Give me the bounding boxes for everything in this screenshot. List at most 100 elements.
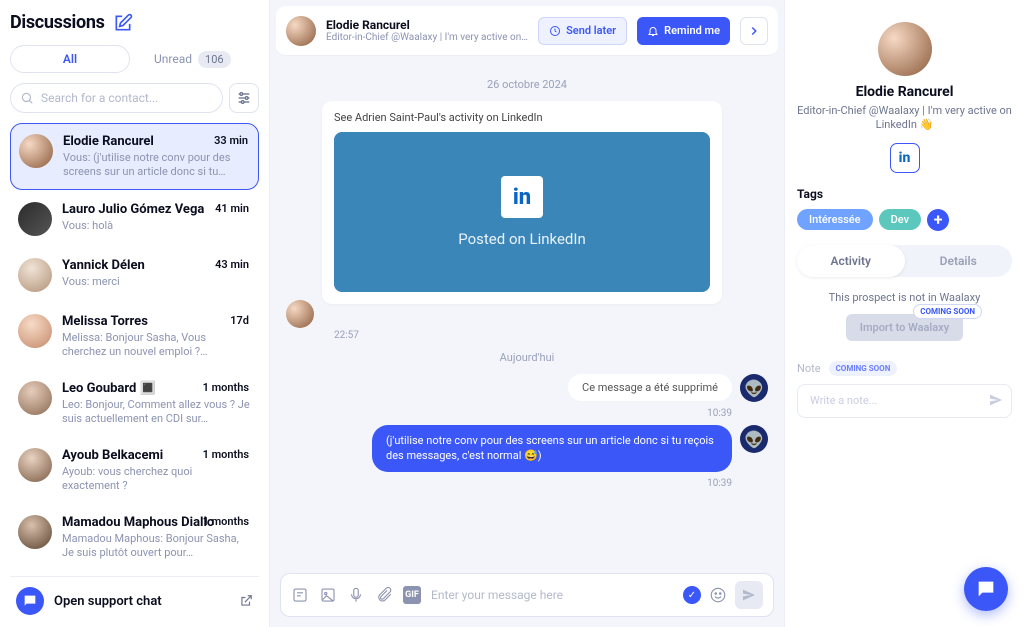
message-preview: Vous: (j'utilise notre conv pour des scr… [63, 151, 250, 179]
contact-name: Melissa Torres [62, 314, 251, 329]
linkedin-logo-icon: in [501, 176, 543, 218]
message-preview: Ayoub: vous cherchez quoi exactement ? [62, 465, 251, 493]
send-note-icon[interactable] [988, 392, 1004, 408]
tab-unread[interactable]: Unread 106 [154, 51, 231, 68]
gif-button[interactable]: GIF [403, 586, 421, 604]
coming-soon-badge: COMING SOON [913, 304, 982, 319]
message-timestamp: 22:57 [334, 330, 768, 341]
collapse-right-panel-button[interactable] [740, 17, 768, 45]
message-composer: GIF ✓ [280, 573, 774, 617]
filter-button[interactable] [229, 83, 259, 113]
chat-header-avatar[interactable] [286, 16, 316, 46]
conversation-item[interactable]: Lauro Julio Gómez Vega Vous: holà 41 min [10, 192, 259, 246]
message-input[interactable] [431, 588, 673, 602]
segment-activity[interactable]: Activity [797, 245, 905, 277]
conversation-item[interactable]: Yannick Délen Vous: merci 43 min [10, 248, 259, 302]
chat-header-name: Elodie Rancurel [326, 18, 528, 32]
contact-avatar [18, 381, 52, 415]
attachment-icon[interactable] [375, 586, 393, 604]
verified-check-icon[interactable]: ✓ [683, 586, 701, 604]
sender-avatar-self[interactable]: 👽 [740, 374, 768, 402]
intercom-launcher[interactable] [964, 567, 1008, 611]
compose-icon[interactable] [113, 13, 133, 33]
search-icon [20, 91, 34, 105]
conversation-time: 1 months [203, 381, 249, 394]
contact-avatar [19, 134, 53, 168]
segment-details[interactable]: Details [905, 245, 1013, 277]
conversation-item[interactable]: Ayoub Belkacemi Ayoub: vous cherchez quo… [10, 438, 259, 503]
contact-avatar [18, 515, 52, 549]
tab-unread-label: Unread [154, 52, 192, 66]
chat-panel: Elodie Rancurel Editor-in-Chief @Waalaxy… [270, 0, 784, 627]
message-timestamp: 10:39 [286, 408, 732, 419]
clock-icon [549, 25, 561, 37]
chat-header-subtitle: Editor-in-Chief @Waalaxy | I'm very acti… [326, 32, 528, 43]
sender-avatar-self[interactable]: 👽 [740, 425, 768, 453]
contact-avatar [18, 448, 52, 482]
tag-pill[interactable]: Intéressée [797, 209, 873, 230]
support-chat-button[interactable]: Open support chat [10, 576, 259, 619]
remind-me-button[interactable]: Remind me [637, 17, 730, 45]
linkedin-preview: in Posted on LinkedIn [334, 132, 710, 292]
conversation-list[interactable]: Elodie Rancurel Vous: (j'utilise notre c… [10, 123, 259, 568]
search-input[interactable] [10, 83, 223, 113]
linkedin-preview-text: Posted on LinkedIn [458, 230, 586, 248]
date-separator: 26 octobre 2024 [286, 78, 768, 91]
conversation-time: 41 min [215, 202, 249, 215]
note-label: Note [797, 362, 821, 375]
template-icon[interactable] [291, 586, 309, 604]
contact-avatar [18, 314, 52, 348]
coming-soon-badge: COMING SOON [829, 361, 898, 376]
send-later-button[interactable]: Send later [538, 17, 627, 45]
contact-avatar [18, 258, 52, 292]
linkedin-profile-button[interactable]: in [890, 143, 920, 173]
discussions-title: Discussions [10, 12, 105, 33]
details-panel: Elodie Rancurel Editor-in-Chief @Waalaxy… [784, 0, 1024, 627]
chat-bubble-icon [16, 587, 44, 615]
tag-pill[interactable]: Dev [879, 209, 921, 230]
send-icon [741, 587, 757, 603]
sidebar: Discussions All Unread 106 Elodie Rancur… [0, 0, 270, 627]
external-link-icon [239, 594, 253, 608]
message-preview: Mamadou Maphous: Bonjour Sasha, Je suis … [62, 532, 251, 560]
unread-count-badge: 106 [198, 51, 231, 68]
support-chat-label: Open support chat [54, 594, 229, 609]
profile-name: Elodie Rancurel [797, 84, 1012, 100]
tab-all[interactable]: All [10, 45, 130, 73]
profile-avatar[interactable] [878, 22, 932, 76]
conversation-time: 17d [230, 314, 249, 327]
conversation-time: 43 min [215, 258, 249, 271]
message-preview: Vous: merci [62, 275, 251, 289]
prospect-status-text: This prospect is not in Waalaxy [797, 291, 1012, 304]
chevron-right-icon [747, 24, 761, 38]
message-preview: Leo: Bonjour, Comment allez vous ? Je su… [62, 398, 251, 426]
profile-subtitle: Editor-in-Chief @Waalaxy | I'm very acti… [797, 104, 1012, 133]
conversation-item[interactable]: Mamadou Maphous Diallo Mamadou Maphous: … [10, 505, 259, 568]
conversation-time: 1 months [203, 515, 249, 528]
linkedin-activity-card[interactable]: See Adrien Saint-Paul's activity on Link… [322, 101, 722, 304]
chat-icon [975, 578, 997, 600]
conversation-time: 1 months [203, 448, 249, 461]
image-icon[interactable] [319, 586, 337, 604]
sent-message: (j'utilise notre conv pour des screens s… [372, 425, 732, 472]
message-sender-avatar[interactable] [286, 300, 314, 328]
activity-details-segment: Activity Details [797, 245, 1012, 277]
message-preview: Vous: holà [62, 219, 251, 233]
send-button[interactable] [735, 581, 763, 609]
note-input[interactable] [797, 384, 1012, 418]
microphone-icon[interactable] [347, 586, 365, 604]
conversation-item[interactable]: Elodie Rancurel Vous: (j'utilise notre c… [10, 123, 259, 190]
conversation-item[interactable]: Melissa Torres Melissa: Bonjour Sasha, V… [10, 304, 259, 369]
conversation-item[interactable]: Leo Goubard 🔳 Leo: Bonjour, Comment alle… [10, 371, 259, 436]
emoji-icon[interactable] [709, 586, 727, 604]
add-tag-button[interactable]: + [927, 209, 949, 231]
bell-icon [647, 25, 659, 37]
tags-section-label: Tags [797, 187, 1012, 201]
chat-scroll-area[interactable]: 26 octobre 2024 See Adrien Saint-Paul's … [270, 56, 784, 567]
message-timestamp: 10:39 [286, 478, 732, 489]
date-separator: Aujourd'hui [286, 351, 768, 364]
conversation-time: 33 min [214, 134, 248, 147]
message-preview: Melissa: Bonjour Sasha, Vous cherchez un… [62, 331, 251, 359]
deleted-message: Ce message a été supprimé [568, 374, 732, 401]
sliders-icon [236, 90, 252, 106]
